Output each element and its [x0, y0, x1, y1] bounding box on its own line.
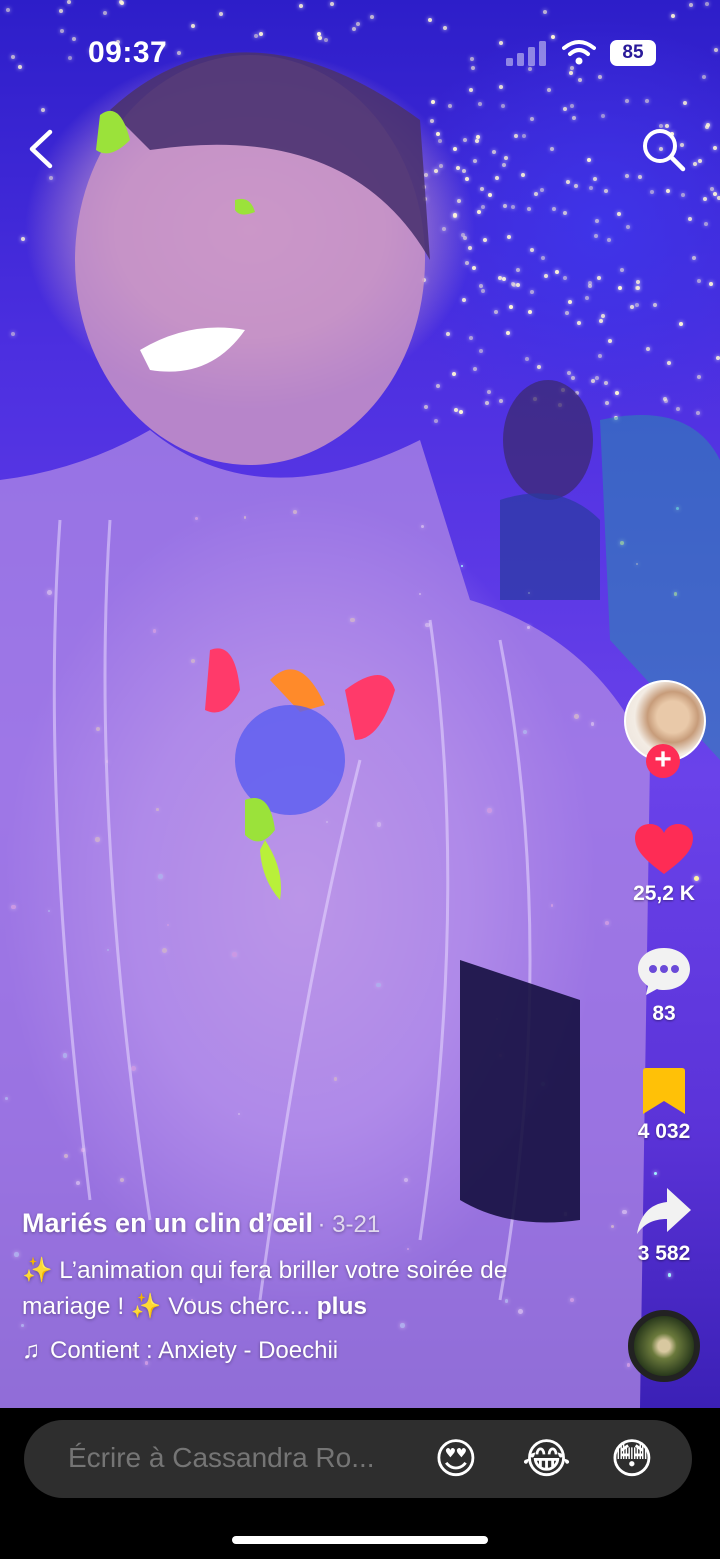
- comment-bubble-icon: [638, 948, 690, 995]
- back-chevron-icon[interactable]: [22, 124, 62, 174]
- heart-icon: [635, 824, 693, 874]
- save-button[interactable]: 4 032: [614, 1068, 714, 1144]
- follow-plus-button[interactable]: +: [646, 744, 680, 778]
- bookmark-icon: [643, 1068, 685, 1114]
- music-note-icon: ♫: [22, 1337, 40, 1364]
- share-arrow-icon: [637, 1188, 691, 1234]
- status-bar: 09:37 85: [0, 0, 720, 100]
- music-info[interactable]: ♫ Contient : Anxiety - Doechii: [22, 1337, 602, 1365]
- see-more-link[interactable]: plus: [317, 1293, 367, 1320]
- save-count: 4 032: [637, 1120, 691, 1143]
- video-frame: [0, 52, 720, 1408]
- post-date: · 3-21: [317, 1211, 381, 1238]
- author-name[interactable]: Mariés en un clin d’œil: [22, 1208, 313, 1238]
- search-icon[interactable]: [638, 124, 688, 174]
- share-button[interactable]: 3 582: [614, 1188, 714, 1266]
- like-button[interactable]: 25,2 K: [614, 824, 714, 906]
- description-text: ✨ L’animation qui fera briller votre soi…: [22, 1257, 508, 1320]
- comment-button[interactable]: 83: [614, 946, 714, 1026]
- battery-level: 85: [610, 40, 656, 66]
- wifi-icon: [562, 40, 596, 65]
- comment-input[interactable]: [68, 1442, 418, 1474]
- like-count: 25,2 K: [633, 882, 695, 905]
- cellular-signal-icon: [506, 41, 546, 66]
- comment-input-box[interactable]: 😍 😂 😳: [24, 1420, 692, 1498]
- post-caption: Mariés en un clin d’œil · 3-21 ✨ L’anima…: [22, 1208, 602, 1365]
- emoji-flushed[interactable]: 😳: [610, 1436, 654, 1482]
- video-player[interactable]: [0, 0, 720, 1408]
- music-disc[interactable]: [628, 1310, 700, 1382]
- comment-count: 83: [652, 1002, 676, 1025]
- emoji-heart-eyes[interactable]: 😍: [434, 1436, 478, 1482]
- emoji-tears-of-joy[interactable]: 😂: [522, 1436, 571, 1482]
- share-count: 3 582: [637, 1242, 691, 1265]
- music-title: Contient : Anxiety - Doechii: [50, 1337, 339, 1364]
- status-time: 09:37: [88, 36, 168, 69]
- home-indicator[interactable]: [232, 1536, 488, 1544]
- post-description[interactable]: ✨ L’animation qui fera briller votre soi…: [22, 1253, 602, 1325]
